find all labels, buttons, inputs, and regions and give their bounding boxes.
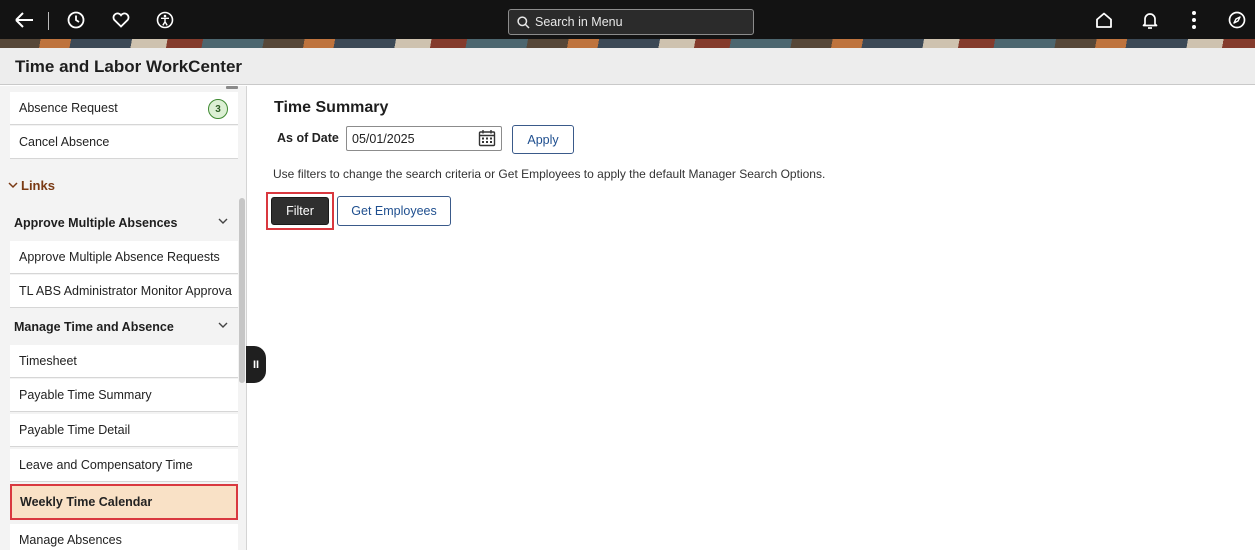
sidebar-item-label: Manage Absences xyxy=(19,533,122,547)
sidebar-item-payable-time-summary[interactable]: Payable Time Summary xyxy=(10,379,238,412)
sidebar: Absence Request 3 Cancel Absence Links A… xyxy=(0,86,247,550)
sidebar-item-label: Absence Request xyxy=(19,101,118,115)
accessibility-icon[interactable] xyxy=(153,8,177,32)
chevron-down-icon xyxy=(8,181,18,188)
sidebar-item-weekly-time-calendar[interactable]: Weekly Time Calendar xyxy=(10,484,238,520)
sidebar-item-label: Timesheet xyxy=(19,354,77,368)
more-actions-icon[interactable] xyxy=(1186,8,1202,32)
chevron-down-icon xyxy=(218,322,228,328)
sidebar-item-label: Payable Time Detail xyxy=(19,423,131,437)
apply-button[interactable]: Apply xyxy=(512,125,574,154)
favorites-heart-icon[interactable] xyxy=(109,8,133,32)
sidebar-item-approve-multiple-absence-requests[interactable]: Approve Multiple Absence Requests xyxy=(10,241,238,274)
page-title: Time and Labor WorkCenter xyxy=(15,57,243,76)
scrolled-item-edge xyxy=(226,86,238,89)
calendar-icon[interactable] xyxy=(478,129,496,147)
sidebar-item-label: Cancel Absence xyxy=(19,135,110,149)
sidebar-item-label: TL ABS Administrator Monitor Approva xyxy=(19,284,232,298)
sidebar-item-label: Payable Time Summary xyxy=(19,388,152,402)
filter-button[interactable]: Filter xyxy=(271,197,329,225)
group-label: Manage Time and Absence xyxy=(14,320,174,334)
links-header-label: Links xyxy=(21,177,55,193)
chevron-down-icon xyxy=(218,218,228,224)
group-manage-time-and-absence[interactable]: Manage Time and Absence xyxy=(0,310,238,344)
page-title-bar: Time and Labor WorkCenter xyxy=(0,48,1255,85)
sidebar-item-label: Weekly Time Calendar xyxy=(20,495,153,509)
count-badge: 3 xyxy=(208,99,228,119)
home-icon[interactable] xyxy=(1092,8,1116,32)
sidebar-item-cancel-absence[interactable]: Cancel Absence xyxy=(10,126,238,159)
group-label: Approve Multiple Absences xyxy=(14,216,178,230)
notifications-bell-icon[interactable] xyxy=(1138,8,1162,32)
sidebar-item-label: Leave and Compensatory Time xyxy=(19,458,193,472)
search-icon xyxy=(517,15,530,29)
sidebar-item-leave-and-compensatory-time[interactable]: Leave and Compensatory Time xyxy=(10,449,238,482)
menu-search-input[interactable]: Search in Menu xyxy=(508,9,754,35)
toolbar-separator xyxy=(48,12,49,30)
group-approve-multiple-absences[interactable]: Approve Multiple Absences xyxy=(0,206,238,240)
sidebar-item-payable-time-detail[interactable]: Payable Time Detail xyxy=(10,414,238,447)
history-icon[interactable] xyxy=(64,8,88,32)
sidebar-item-timesheet[interactable]: Timesheet xyxy=(10,345,238,378)
sidebar-scrollbar[interactable] xyxy=(239,198,245,383)
section-title: Time Summary xyxy=(274,99,389,116)
banner-decoration xyxy=(0,39,1255,48)
sidebar-item-absence-request[interactable]: Absence Request 3 xyxy=(10,92,238,125)
filter-hint-text: Use filters to change the search criteri… xyxy=(273,167,826,181)
sidebar-item-label: Approve Multiple Absence Requests xyxy=(19,250,220,264)
sidebar-item-tl-abs-admin-monitor[interactable]: TL ABS Administrator Monitor Approva xyxy=(10,275,238,308)
top-banner: Search in Menu xyxy=(0,0,1255,48)
sidebar-collapse-handle[interactable]: II xyxy=(246,346,266,383)
search-placeholder: Search in Menu xyxy=(535,15,623,29)
pause-bars-icon: II xyxy=(252,358,260,371)
back-arrow-icon[interactable] xyxy=(12,8,36,32)
navbar-compass-icon[interactable] xyxy=(1226,8,1248,32)
as-of-date-label: As of Date xyxy=(277,131,339,145)
links-section-toggle[interactable]: Links xyxy=(0,174,238,196)
sidebar-item-manage-absences[interactable]: Manage Absences xyxy=(10,524,238,550)
get-employees-button[interactable]: Get Employees xyxy=(337,196,451,226)
